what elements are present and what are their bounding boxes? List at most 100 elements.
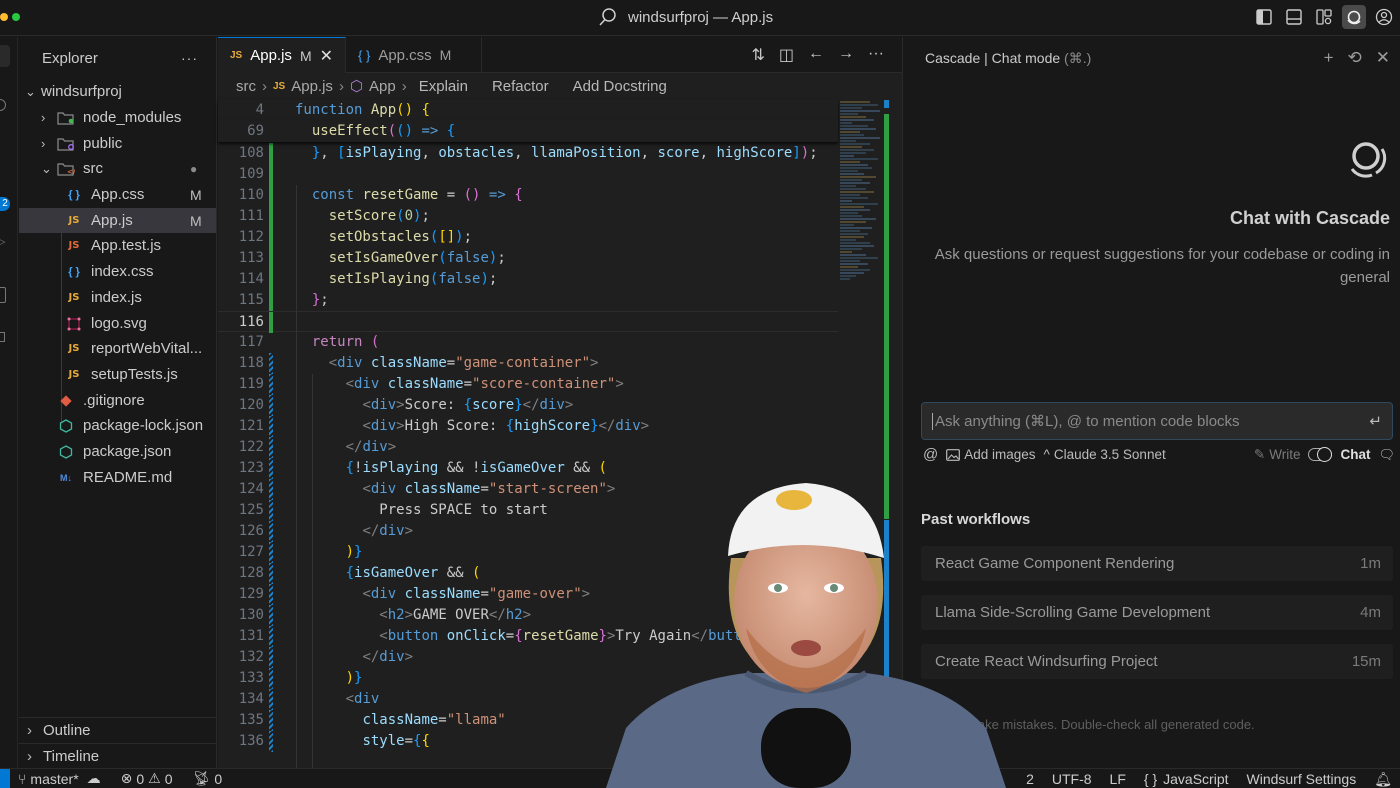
indentation-status[interactable]: 2: [1026, 771, 1034, 787]
minimap[interactable]: [838, 100, 886, 280]
code-line[interactable]: 108 }, [isPlaying, obstacles, llamaPosit…: [218, 143, 838, 164]
source-control-badge[interactable]: 2: [0, 197, 10, 211]
go-back-icon[interactable]: ←: [808, 45, 824, 65]
tree-item-report-web-vitals[interactable]: JS reportWebVital...: [19, 336, 216, 361]
remote-indicator[interactable]: [0, 768, 10, 788]
breadcrumb-folder[interactable]: src: [236, 78, 256, 95]
code-line[interactable]: 134 <div: [218, 689, 838, 710]
workflow-item[interactable]: Llama Side-Scrolling Game Development 4m: [921, 595, 1393, 630]
code-line[interactable]: 135 className="llama": [218, 710, 838, 731]
code-line[interactable]: 132 </div>: [218, 647, 838, 668]
notifications-bell-icon[interactable]: 🔔︎: [1374, 771, 1392, 788]
code-line[interactable]: 125 Press SPACE to start: [218, 500, 838, 521]
chat-mode-label[interactable]: Chat: [1340, 447, 1370, 462]
send-enter-icon[interactable]: ↵: [1369, 412, 1382, 430]
run-debug-activity-icon[interactable]: ▷: [0, 235, 5, 248]
tree-item-public[interactable]: › public: [19, 131, 216, 156]
sticky-scroll-line[interactable]: 69 useEffect(() => {: [218, 121, 838, 142]
code-line[interactable]: 124 <div className="start-screen">: [218, 479, 838, 500]
tree-item-app-js[interactable]: JS App.js M: [19, 208, 216, 233]
mention-button[interactable]: @: [923, 446, 938, 463]
code-line[interactable]: 122 </div>: [218, 437, 838, 458]
account-button[interactable]: [1372, 5, 1396, 29]
explorer-more-actions-button[interactable]: ···: [181, 50, 198, 66]
customize-layout-button[interactable]: [1312, 5, 1336, 29]
code-line[interactable]: 136 style={{: [218, 731, 838, 752]
code-line[interactable]: 127 )}: [218, 542, 838, 563]
tree-item-app-test-js[interactable]: JS App.test.js: [19, 233, 216, 258]
tree-item-setup-tests[interactable]: JS setupTests.js: [19, 362, 216, 387]
go-forward-icon[interactable]: →: [838, 45, 854, 65]
explain-lens-button[interactable]: Explain: [419, 78, 468, 95]
code-line[interactable]: 118 <div className="game-container">: [218, 353, 838, 374]
code-line[interactable]: 114 setIsPlaying(false);: [218, 269, 838, 290]
code-line[interactable]: 119 <div className="score-container">: [218, 374, 838, 395]
encoding-status[interactable]: UTF-8: [1052, 771, 1092, 787]
problems-status[interactable]: ⊗ 0 ⚠ 0: [121, 770, 173, 787]
tree-root-folder[interactable]: ⌄ windsurfproj: [19, 79, 216, 104]
code-line[interactable]: 112 setObstacles([]);: [218, 227, 838, 248]
tree-item-index-css[interactable]: { } index.css: [19, 259, 216, 284]
tree-item-logo-svg[interactable]: logo.svg: [19, 311, 216, 336]
code-line[interactable]: 130 <h2>GAME OVER</h2>: [218, 605, 838, 626]
workflow-item[interactable]: Create React Windsurfing Project 15m: [921, 644, 1393, 679]
tree-item-index-js[interactable]: JS index.js: [19, 285, 216, 310]
language-status[interactable]: { } JavaScript: [1144, 771, 1229, 787]
code-line[interactable]: 111 setScore(0);: [218, 206, 838, 227]
new-conversation-icon[interactable]: +: [1324, 48, 1334, 68]
tree-item-package-json[interactable]: package.json: [19, 439, 216, 464]
code-line[interactable]: 117 return (: [218, 332, 838, 353]
model-selector[interactable]: ^ Claude 3.5 Sonnet: [1044, 447, 1166, 462]
tree-item-src[interactable]: ⌄ </> src ●: [19, 156, 216, 181]
history-icon[interactable]: ⟲: [1348, 48, 1362, 68]
cascade-toggle-button[interactable]: [1342, 5, 1366, 29]
branch-status[interactable]: ⑂ master* ☁: [18, 770, 101, 787]
add-docstring-lens-button[interactable]: Add Docstring: [573, 78, 667, 95]
more-actions-icon[interactable]: ···: [868, 45, 884, 65]
code-line[interactable]: 126 </div>: [218, 521, 838, 542]
toggle-panel-button[interactable]: [1282, 5, 1306, 29]
code-line[interactable]: 123 {!isPlaying && !isGameOver && (: [218, 458, 838, 479]
mode-toggle[interactable]: [1308, 447, 1333, 462]
chat-input-box[interactable]: ↵: [921, 402, 1393, 440]
compare-changes-icon[interactable]: ⇅: [751, 45, 764, 65]
tab-app-css[interactable]: { } App.css M: [346, 37, 483, 73]
breadcrumb-file[interactable]: App.js: [291, 78, 333, 95]
code-line[interactable]: 116: [218, 311, 838, 333]
windsurf-settings-status[interactable]: Windsurf Settings: [1247, 771, 1357, 787]
code-line[interactable]: 109: [218, 164, 838, 185]
editor-scrollbar[interactable]: [884, 100, 890, 700]
search-activity-icon[interactable]: [0, 99, 6, 111]
code-line[interactable]: 110 const resetGame = () => {: [218, 185, 838, 206]
tree-item-gitignore[interactable]: .gitignore: [19, 388, 216, 413]
code-line[interactable]: 129 <div className="game-over">: [218, 584, 838, 605]
refactor-lens-button[interactable]: Refactor: [492, 78, 549, 95]
command-center[interactable]: windsurfproj — App.js: [598, 7, 773, 27]
eol-status[interactable]: LF: [1110, 771, 1126, 787]
code-line[interactable]: 113 setIsGameOver(false);: [218, 248, 838, 269]
code-line[interactable]: 115 };: [218, 290, 838, 311]
explorer-activity-icon[interactable]: [0, 45, 10, 67]
tree-item-package-lock-json[interactable]: package-lock.json: [19, 413, 216, 438]
tab-app-js[interactable]: JS App.js M ✕: [218, 37, 347, 73]
code-line[interactable]: 120 <div>Score: {score}</div>: [218, 395, 838, 416]
tree-item-node-modules[interactable]: › node_modules: [19, 105, 216, 130]
ports-status[interactable]: 📡︎ 0: [193, 770, 223, 787]
close-tab-icon[interactable]: ✕: [320, 46, 333, 66]
tree-item-app-css[interactable]: { } App.css M: [19, 182, 216, 207]
extensions-activity-icon[interactable]: [0, 287, 6, 303]
tree-item-readme[interactable]: M↓ README.md: [19, 465, 216, 490]
close-panel-icon[interactable]: ✕: [1376, 48, 1390, 68]
add-images-button[interactable]: Add images: [946, 447, 1036, 462]
write-mode-button[interactable]: ✎ Write: [1254, 447, 1301, 463]
chat-input[interactable]: [932, 412, 1370, 430]
code-line[interactable]: 121 <div>High Score: {highScore}</div>: [218, 416, 838, 437]
zoom-button[interactable]: [12, 13, 20, 21]
remote-activity-icon[interactable]: [0, 332, 5, 342]
code-line[interactable]: 131 <button onClick={resetGame}>Try Agai…: [218, 626, 838, 647]
code-line[interactable]: 133 )}: [218, 668, 838, 689]
outline-section[interactable]: › Outline: [19, 717, 216, 743]
sticky-scroll-line[interactable]: 4 function App() {: [218, 100, 838, 121]
workflow-item[interactable]: React Game Component Rendering 1m: [921, 546, 1393, 581]
toggle-primary-sidebar-button[interactable]: [1252, 5, 1276, 29]
